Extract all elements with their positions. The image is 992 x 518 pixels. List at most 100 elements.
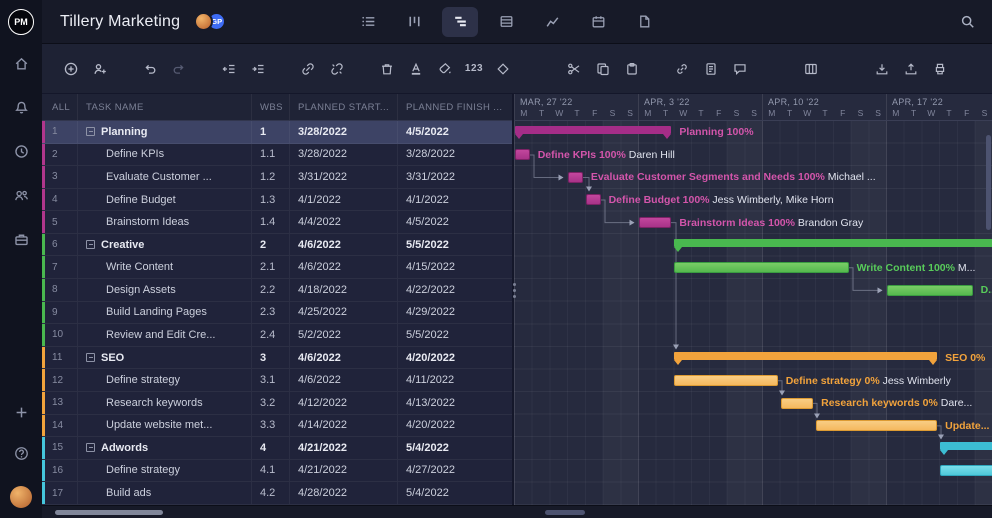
task-name-cell[interactable]: Adwords bbox=[78, 437, 252, 459]
planned-start-cell[interactable]: 4/14/2022 bbox=[290, 415, 398, 437]
list-view-icon[interactable] bbox=[350, 7, 386, 37]
task-name-cell[interactable]: Build ads bbox=[78, 482, 252, 504]
planned-finish-cell[interactable]: 4/27/2022 bbox=[398, 460, 512, 482]
cut-scissors-icon[interactable] bbox=[563, 58, 585, 80]
timesheet-clock-icon[interactable] bbox=[13, 143, 30, 160]
import-icon[interactable] bbox=[871, 58, 893, 80]
planned-finish-cell[interactable]: 4/20/2022 bbox=[398, 347, 512, 369]
task-name-cell[interactable]: Brainstorm Ideas bbox=[78, 211, 252, 233]
copy-icon[interactable] bbox=[592, 58, 614, 80]
task-name-cell[interactable]: Define Budget bbox=[78, 189, 252, 211]
collapse-toggle-icon[interactable] bbox=[86, 353, 95, 362]
gantt-vertical-scrollbar[interactable] bbox=[986, 123, 991, 503]
planned-start-cell[interactable]: 4/1/2022 bbox=[290, 189, 398, 211]
collapse-toggle-icon[interactable] bbox=[86, 127, 95, 136]
planned-finish-cell[interactable]: 4/20/2022 bbox=[398, 415, 512, 437]
gantt-summary-bar[interactable] bbox=[515, 126, 671, 134]
planned-finish-cell[interactable]: 4/29/2022 bbox=[398, 302, 512, 324]
planned-finish-cell[interactable]: 3/31/2022 bbox=[398, 166, 512, 188]
user-avatar[interactable] bbox=[10, 486, 32, 508]
table-row[interactable]: 5Brainstorm Ideas1.44/4/20224/5/2022 bbox=[42, 211, 512, 234]
task-name-cell[interactable]: Write Content bbox=[78, 256, 252, 278]
planned-start-cell[interactable]: 3/28/2022 bbox=[290, 144, 398, 166]
collapse-toggle-icon[interactable] bbox=[86, 240, 95, 249]
table-row[interactable]: 3Evaluate Customer ...1.23/31/20223/31/2… bbox=[42, 166, 512, 189]
gantt-body[interactable]: Planning 100%Define KPIs 100% Daren Hill… bbox=[514, 121, 992, 505]
table-row[interactable]: 2Define KPIs1.13/28/20223/28/2022 bbox=[42, 144, 512, 167]
gantt-task-bar[interactable] bbox=[639, 217, 671, 228]
paste-icon[interactable] bbox=[621, 58, 643, 80]
table-row[interactable]: 4Define Budget1.34/1/20224/1/2022 bbox=[42, 189, 512, 212]
planned-finish-cell[interactable]: 4/13/2022 bbox=[398, 392, 512, 414]
planned-finish-cell[interactable]: 5/5/2022 bbox=[398, 234, 512, 256]
search-icon[interactable] bbox=[959, 13, 976, 30]
planned-start-cell[interactable]: 4/6/2022 bbox=[290, 256, 398, 278]
table-row[interactable]: 16Define strategy4.14/21/20224/27/2022 bbox=[42, 460, 512, 483]
redo-icon[interactable] bbox=[168, 58, 190, 80]
table-columns-icon[interactable] bbox=[800, 58, 822, 80]
column-header-task-name[interactable]: TASK NAME bbox=[78, 94, 252, 120]
gantt-task-bar[interactable] bbox=[816, 420, 937, 431]
planned-finish-cell[interactable]: 4/5/2022 bbox=[398, 211, 512, 233]
task-name-cell[interactable]: SEO bbox=[78, 347, 252, 369]
table-row[interactable]: 17Build ads4.24/28/20225/4/2022 bbox=[42, 482, 512, 505]
panel-resize-handle[interactable] bbox=[513, 283, 516, 298]
sheet-view-icon[interactable] bbox=[488, 7, 524, 37]
gantt-task-bar[interactable] bbox=[674, 375, 777, 386]
planned-start-cell[interactable]: 4/12/2022 bbox=[290, 392, 398, 414]
gantt-view-icon[interactable] bbox=[442, 7, 478, 37]
task-name-cell[interactable]: Update website met... bbox=[78, 415, 252, 437]
fill-color-icon[interactable] bbox=[434, 58, 456, 80]
table-row[interactable]: 7Write Content2.14/6/20224/15/2022 bbox=[42, 256, 512, 279]
link-tasks-icon[interactable] bbox=[297, 58, 319, 80]
table-row[interactable]: 10Review and Edit Cre...2.45/2/20225/5/2… bbox=[42, 324, 512, 347]
task-name-cell[interactable]: Research keywords bbox=[78, 392, 252, 414]
add-task-icon[interactable] bbox=[60, 58, 82, 80]
pm-logo[interactable]: PM bbox=[8, 9, 34, 35]
milestone-diamond-icon[interactable] bbox=[492, 58, 514, 80]
planned-start-cell[interactable]: 4/21/2022 bbox=[290, 437, 398, 459]
planned-start-cell[interactable]: 4/6/2022 bbox=[290, 347, 398, 369]
comment-icon[interactable] bbox=[729, 58, 751, 80]
gantt-task-bar[interactable] bbox=[586, 194, 601, 205]
column-header-wbs[interactable]: WBS bbox=[252, 94, 290, 120]
table-row[interactable]: 13Research keywords3.24/12/20224/13/2022 bbox=[42, 392, 512, 415]
team-users-icon[interactable] bbox=[13, 187, 30, 204]
gantt-summary-bar[interactable] bbox=[674, 352, 937, 360]
table-horizontal-scrollbar[interactable] bbox=[55, 510, 163, 515]
table-row[interactable]: 12Define strategy3.14/6/20224/11/2022 bbox=[42, 369, 512, 392]
indent-icon[interactable] bbox=[247, 58, 269, 80]
undo-icon[interactable] bbox=[139, 58, 161, 80]
table-row[interactable]: 9Build Landing Pages2.34/25/20224/29/202… bbox=[42, 302, 512, 325]
planned-finish-cell[interactable]: 4/22/2022 bbox=[398, 279, 512, 301]
gantt-task-bar[interactable] bbox=[568, 172, 583, 183]
planned-finish-cell[interactable]: 3/28/2022 bbox=[398, 144, 512, 166]
font-color-icon[interactable] bbox=[405, 58, 427, 80]
add-user-icon[interactable] bbox=[89, 58, 111, 80]
report-view-icon[interactable] bbox=[626, 7, 662, 37]
planned-start-cell[interactable]: 4/28/2022 bbox=[290, 482, 398, 504]
planned-start-cell[interactable]: 3/28/2022 bbox=[290, 121, 398, 143]
planned-finish-cell[interactable]: 4/11/2022 bbox=[398, 369, 512, 391]
planned-finish-cell[interactable]: 4/5/2022 bbox=[398, 121, 512, 143]
add-plus-icon[interactable] bbox=[13, 404, 30, 421]
planned-finish-cell[interactable]: 4/1/2022 bbox=[398, 189, 512, 211]
table-row[interactable]: 14Update website met...3.34/14/20224/20/… bbox=[42, 415, 512, 438]
planned-finish-cell[interactable]: 4/15/2022 bbox=[398, 256, 512, 278]
notes-icon[interactable] bbox=[700, 58, 722, 80]
unlink-tasks-icon[interactable] bbox=[326, 58, 348, 80]
export-icon[interactable] bbox=[900, 58, 922, 80]
planned-start-cell[interactable]: 4/6/2022 bbox=[290, 369, 398, 391]
planned-start-cell[interactable]: 4/21/2022 bbox=[290, 460, 398, 482]
outdent-icon[interactable] bbox=[218, 58, 240, 80]
task-name-cell[interactable]: Design Assets bbox=[78, 279, 252, 301]
print-icon[interactable] bbox=[929, 58, 951, 80]
task-name-cell[interactable]: Creative bbox=[78, 234, 252, 256]
gantt-task-bar[interactable] bbox=[515, 149, 530, 160]
task-name-cell[interactable]: Review and Edit Cre... bbox=[78, 324, 252, 346]
gantt-summary-bar[interactable] bbox=[940, 442, 992, 450]
task-name-cell[interactable]: Define strategy bbox=[78, 460, 252, 482]
gantt-summary-bar[interactable] bbox=[674, 239, 992, 247]
gantt-task-bar[interactable] bbox=[940, 465, 992, 476]
attach-link-icon[interactable] bbox=[671, 58, 693, 80]
